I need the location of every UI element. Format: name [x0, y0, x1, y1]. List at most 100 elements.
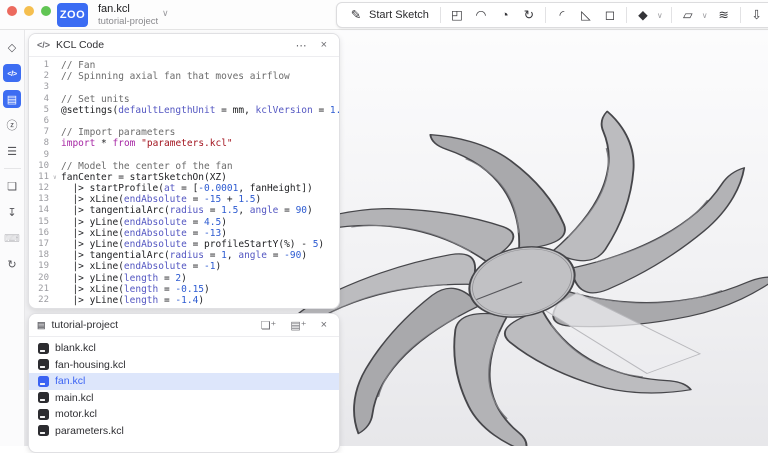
- code-line[interactable]: 13 |> xLine(endAbsolute = -15 + 1.5): [29, 194, 339, 205]
- code-line[interactable]: 6: [29, 116, 339, 127]
- gutter-space: [53, 273, 61, 284]
- code-line[interactable]: 3: [29, 82, 339, 93]
- chamfer-button[interactable]: ◺: [575, 5, 597, 25]
- code-token: -0.15: [175, 284, 204, 295]
- insert-button[interactable]: ⇩: [746, 5, 768, 25]
- gutter-space: [53, 60, 61, 71]
- gutter-space: [53, 127, 61, 138]
- code-token: =: [187, 194, 204, 205]
- code-token: =: [158, 273, 175, 284]
- maximize-window-button[interactable]: [41, 6, 51, 16]
- boolean-button[interactable]: ◆∨: [632, 5, 666, 25]
- code-line[interactable]: 9: [29, 150, 339, 161]
- helix-button[interactable]: ≋: [713, 5, 735, 25]
- line-number: 13: [29, 194, 53, 205]
- code-line[interactable]: 17 |> yLine(endAbsolute = profileStartY(…: [29, 239, 339, 250]
- code-token: |> yLine(: [61, 273, 124, 284]
- code-line[interactable]: 10// Model the center of the fan: [29, 161, 339, 172]
- file-name: parameters.kcl: [55, 425, 124, 437]
- file-row-motor-kcl[interactable]: motor.kcl: [29, 406, 339, 423]
- code-token: angle: [238, 250, 267, 261]
- file-row-fan-housing-kcl[interactable]: fan-housing.kcl: [29, 357, 339, 374]
- offset-plane-button[interactable]: ▱∨: [677, 5, 711, 25]
- code-token: ): [318, 239, 324, 250]
- code-line[interactable]: 16 |> xLine(endAbsolute = -13): [29, 228, 339, 239]
- sidebar-item-kcl-code[interactable]: </>: [3, 64, 21, 82]
- code-line[interactable]: 8import * from "parameters.kcl": [29, 138, 339, 149]
- sidebar-item-project-files[interactable]: ▤: [3, 90, 21, 108]
- code-token: -1: [204, 261, 215, 272]
- file-row-parameters-kcl[interactable]: parameters.kcl: [29, 423, 339, 440]
- line-number: 2: [29, 71, 53, 82]
- line-number: 8: [29, 138, 53, 149]
- code-token: |> startProfile(: [61, 183, 164, 194]
- shell-button[interactable]: ◻: [599, 5, 621, 25]
- close-panel-button[interactable]: ×: [317, 319, 331, 331]
- sidebar-item-export[interactable]: ↧: [3, 203, 21, 221]
- code-token: =: [187, 217, 204, 228]
- line-number: 1: [29, 60, 53, 71]
- code-line[interactable]: 1// Fan: [29, 60, 339, 71]
- code-line[interactable]: 2// Spinning axial fan that moves airflo…: [29, 71, 339, 82]
- minimize-window-button[interactable]: [24, 6, 34, 16]
- code-token: =: [267, 250, 284, 261]
- code-line[interactable]: 5@settings(defaultLengthUnit = mm, kclVe…: [29, 105, 339, 116]
- code-token: radius: [170, 250, 204, 261]
- code-line[interactable]: 20 |> yLine(length = 2): [29, 273, 339, 284]
- code-line[interactable]: 7// Import parameters: [29, 127, 339, 138]
- code-token: ): [221, 217, 227, 228]
- file-name: motor.kcl: [55, 408, 97, 420]
- fillet-button[interactable]: ◜: [551, 5, 573, 25]
- file-row-fan-kcl[interactable]: fan.kcl: [29, 373, 339, 390]
- panel-menu-button[interactable]: ⋯: [292, 39, 311, 52]
- start-sketch-label: Start Sketch: [369, 9, 429, 21]
- code-line[interactable]: 14 |> tangentialArc(radius = 1.5, angle …: [29, 205, 339, 216]
- code-token: length: [124, 284, 158, 295]
- file-row-main-kcl[interactable]: main.kcl: [29, 390, 339, 407]
- loft-button[interactable]: ◔: [494, 5, 516, 25]
- sidebar-item-variables[interactable]: ☰: [3, 142, 21, 160]
- sweep-button[interactable]: ◠: [470, 5, 492, 25]
- insert-icon: ⇩: [749, 9, 765, 22]
- project-menu[interactable]: fan.kcl tutorial-project: [98, 2, 158, 27]
- new-file-button[interactable]: ❏⁺: [257, 319, 281, 332]
- offset-plane-icon: ▱: [680, 9, 696, 22]
- code-line[interactable]: 21 |> xLine(length = -0.15): [29, 284, 339, 295]
- sidebar-item-refresh[interactable]: ↻: [3, 255, 21, 273]
- code-line[interactable]: 19 |> xLine(endAbsolute = -1): [29, 261, 339, 272]
- code-token: -1.4: [175, 295, 198, 306]
- revolve-button[interactable]: ↻: [518, 5, 540, 25]
- line-number: 10: [29, 161, 53, 172]
- start-sketch-button[interactable]: ✎ Start Sketch: [342, 5, 435, 25]
- sidebar-item-new-file[interactable]: ❏: [3, 177, 21, 195]
- code-icon: </>: [37, 40, 50, 50]
- toolbar-divider: [671, 7, 672, 23]
- chevron-down-icon: ∨: [657, 11, 663, 20]
- code-token: =: [204, 250, 221, 261]
- code-editor[interactable]: 1// Fan2// Spinning axial fan that moves…: [29, 57, 339, 309]
- code-line[interactable]: 18 |> tangentialArc(radius = 1, angle = …: [29, 250, 339, 261]
- project-files-panel: ▤ tutorial-project ❏⁺ ▤⁺ × blank.kclfan-…: [28, 313, 340, 453]
- window-controls[interactable]: [7, 6, 51, 16]
- sidebar-item-feature-tree[interactable]: ◇: [3, 38, 21, 56]
- fold-chevron-icon[interactable]: ∨: [53, 172, 61, 183]
- code-token: = [: [175, 183, 198, 194]
- code-token: ,: [238, 205, 249, 216]
- code-token: length: [124, 295, 158, 306]
- file-row-blank-kcl[interactable]: blank.kcl: [29, 340, 339, 357]
- sidebar-item-kcl-samples[interactable]: ⓩ: [3, 116, 21, 134]
- close-panel-button[interactable]: ×: [317, 39, 331, 51]
- code-token: endAbsolute: [124, 217, 187, 228]
- code-token: 1.5: [238, 194, 255, 205]
- extrude-button[interactable]: ◰: [446, 5, 468, 25]
- code-line[interactable]: 4// Set units: [29, 94, 339, 105]
- code-line[interactable]: 15 |> yLine(endAbsolute = 4.5): [29, 217, 339, 228]
- code-line[interactable]: 22 |> yLine(length = -1.4): [29, 295, 339, 306]
- gutter-space: [53, 183, 61, 194]
- close-window-button[interactable]: [7, 6, 17, 16]
- boolean-icon: ◆: [635, 9, 651, 22]
- code-line[interactable]: 12 |> startProfile(at = [-0.0001, fanHei…: [29, 183, 339, 194]
- gutter-space: [53, 82, 61, 93]
- code-line[interactable]: 11∨fanCenter = startSketchOn(XZ): [29, 172, 339, 183]
- new-folder-button[interactable]: ▤⁺: [286, 319, 310, 332]
